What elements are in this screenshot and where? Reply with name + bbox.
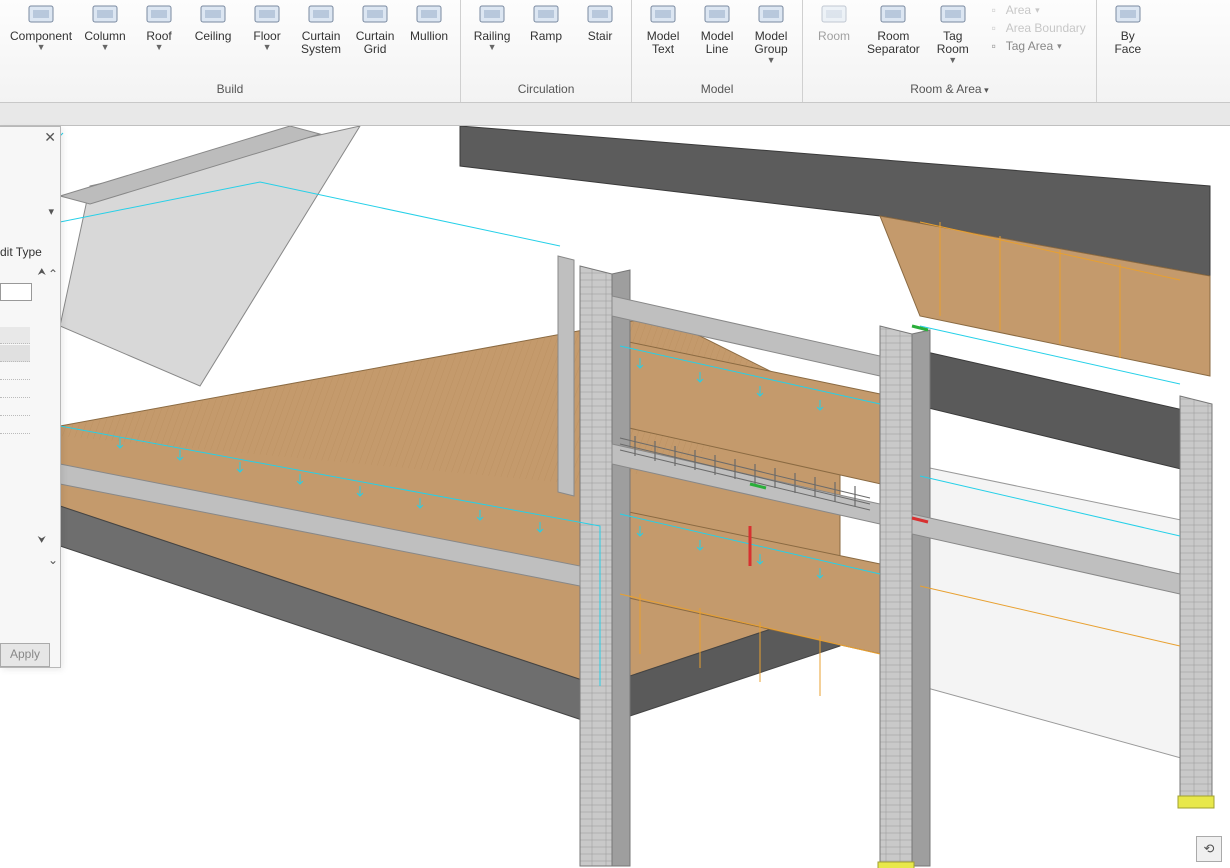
chevron-down-icon: ▼ bbox=[263, 42, 272, 52]
model-group-button[interactable]: ModelGroup▼ bbox=[744, 0, 798, 65]
curtain-grid-icon bbox=[358, 2, 392, 28]
property-row bbox=[0, 417, 30, 434]
model-line-button[interactable]: ModelLine bbox=[690, 0, 744, 56]
panel-label: Model bbox=[632, 78, 802, 100]
tool-label: Area Boundary bbox=[1006, 21, 1086, 35]
chevron-down-icon: ▼ bbox=[488, 42, 497, 52]
panel-label: Build bbox=[0, 78, 460, 100]
tag-room-button[interactable]: TagRoom▼ bbox=[926, 0, 980, 65]
chevron-down-icon: ▾ bbox=[1057, 41, 1062, 52]
ramp-button[interactable]: Ramp bbox=[519, 0, 573, 43]
view-control-icon[interactable]: ⟲ bbox=[1196, 836, 1222, 862]
model-line-icon bbox=[700, 2, 734, 28]
by-face-button[interactable]: ByFace bbox=[1101, 0, 1155, 56]
ribbon-panel: Railing▼ Ramp Stair Circulation bbox=[461, 0, 632, 102]
chevron-down-icon: ▾ bbox=[1035, 5, 1040, 16]
area-button: ▫ Area ▾ bbox=[986, 2, 1086, 18]
stair-button[interactable]: Stair bbox=[573, 0, 627, 43]
component-button[interactable]: Component▼ bbox=[4, 0, 78, 52]
tool-label: Ceiling bbox=[195, 30, 232, 43]
tool-label: CurtainGrid bbox=[356, 30, 395, 56]
floor-icon bbox=[250, 2, 284, 28]
ribbon-panel: ModelText ModelLine ModelGroup▼ Model bbox=[632, 0, 803, 102]
room-sep-icon bbox=[876, 2, 910, 28]
apply-button[interactable]: Apply bbox=[0, 643, 50, 667]
property-row bbox=[0, 363, 30, 380]
ribbon: Component▼Column▼Roof▼ Ceiling Floor▼ Curta… bbox=[0, 0, 1230, 103]
model-canvas[interactable] bbox=[60, 126, 1230, 868]
ramp-icon bbox=[529, 2, 563, 28]
chevron-down-icon: ▼ bbox=[101, 42, 110, 52]
room-sep-button[interactable]: RoomSeparator bbox=[861, 0, 926, 56]
tool-label: Ramp bbox=[530, 30, 562, 43]
tag-area-button[interactable]: ▫ Tag Area ▾ bbox=[986, 38, 1086, 54]
close-icon[interactable]: ✕ bbox=[44, 129, 56, 146]
viewport-3d[interactable]: ✕ ▾ dit Type ⮝ ⌃ ⮟ ⌄ Apply ⟲ bbox=[0, 126, 1230, 868]
model-text-icon bbox=[646, 2, 680, 28]
ribbon-panel: Component▼Column▼Roof▼ Ceiling Floor▼ Curta… bbox=[0, 0, 461, 102]
model-group-icon bbox=[754, 2, 788, 28]
component-icon bbox=[24, 2, 58, 28]
roof-icon bbox=[142, 2, 176, 28]
panel-label: Circulation bbox=[461, 78, 631, 100]
area-boundary-icon: ▫ bbox=[986, 20, 1002, 36]
railing-icon bbox=[475, 2, 509, 28]
panel-label: Room & Area ▾ bbox=[803, 78, 1096, 100]
floor-button[interactable]: Floor▼ bbox=[240, 0, 294, 52]
chevron-down-icon: ▾ bbox=[982, 85, 989, 95]
panel-label bbox=[1097, 78, 1159, 100]
room-button: Room bbox=[807, 0, 861, 43]
chevron-down-icon: ▼ bbox=[155, 42, 164, 52]
curtain-system-icon bbox=[304, 2, 338, 28]
ceiling-button[interactable]: Ceiling bbox=[186, 0, 240, 43]
tool-label: RoomSeparator bbox=[867, 30, 920, 56]
ceiling-icon bbox=[196, 2, 230, 28]
properties-panel: ✕ ▾ dit Type ⮝ ⌃ ⮟ ⌄ Apply bbox=[0, 126, 61, 668]
chevron-down-icon: ▼ bbox=[767, 55, 776, 65]
railing-button[interactable]: Railing▼ bbox=[465, 0, 519, 52]
tool-label: ModelLine bbox=[701, 30, 734, 56]
mullion-button[interactable]: Mullion bbox=[402, 0, 456, 43]
tag-room-icon bbox=[936, 2, 970, 28]
ribbon-panel: ByFace bbox=[1097, 0, 1159, 102]
tag-area-icon: ▫ bbox=[986, 38, 1002, 54]
property-row bbox=[0, 399, 30, 416]
curtain-grid-button[interactable]: CurtainGrid bbox=[348, 0, 402, 56]
edit-type-button[interactable]: dit Type bbox=[0, 245, 42, 259]
column-button[interactable]: Column▼ bbox=[78, 0, 132, 52]
chevron-down-icon: ▼ bbox=[37, 42, 46, 52]
chevron-down-icon: ▼ bbox=[948, 55, 957, 65]
room-icon bbox=[817, 2, 851, 28]
tool-label: ModelText bbox=[647, 30, 680, 56]
column-icon bbox=[88, 2, 122, 28]
tool-label: Mullion bbox=[410, 30, 448, 43]
property-row bbox=[0, 381, 30, 398]
tool-label: ByFace bbox=[1114, 30, 1141, 56]
tool-label: Tag Area bbox=[1006, 39, 1053, 53]
model-text-button[interactable]: ModelText bbox=[636, 0, 690, 56]
roof-button[interactable]: Roof▼ bbox=[132, 0, 186, 52]
property-row bbox=[0, 327, 30, 344]
property-row bbox=[0, 345, 30, 362]
tool-label: TagRoom bbox=[937, 30, 969, 56]
tool-label: Stair bbox=[588, 30, 613, 43]
ribbon-gutter bbox=[0, 103, 1230, 126]
tool-label: CurtainSystem bbox=[301, 30, 341, 56]
tool-label: Area bbox=[1006, 3, 1031, 17]
stair-icon bbox=[583, 2, 617, 28]
area-icon: ▫ bbox=[986, 2, 1002, 18]
property-value-cell[interactable] bbox=[0, 283, 32, 301]
area-boundary-button: ▫ Area Boundary bbox=[986, 20, 1086, 36]
mullion-icon bbox=[412, 2, 446, 28]
tool-label: Room bbox=[818, 30, 850, 43]
tool-label: ModelGroup bbox=[754, 30, 787, 56]
ribbon-panel: RoomRoomSeparatorTagRoom▼▫Area ▾▫Area Bo… bbox=[803, 0, 1097, 102]
curtain-system-button[interactable]: CurtainSystem bbox=[294, 0, 348, 56]
by-face-icon bbox=[1111, 2, 1145, 28]
